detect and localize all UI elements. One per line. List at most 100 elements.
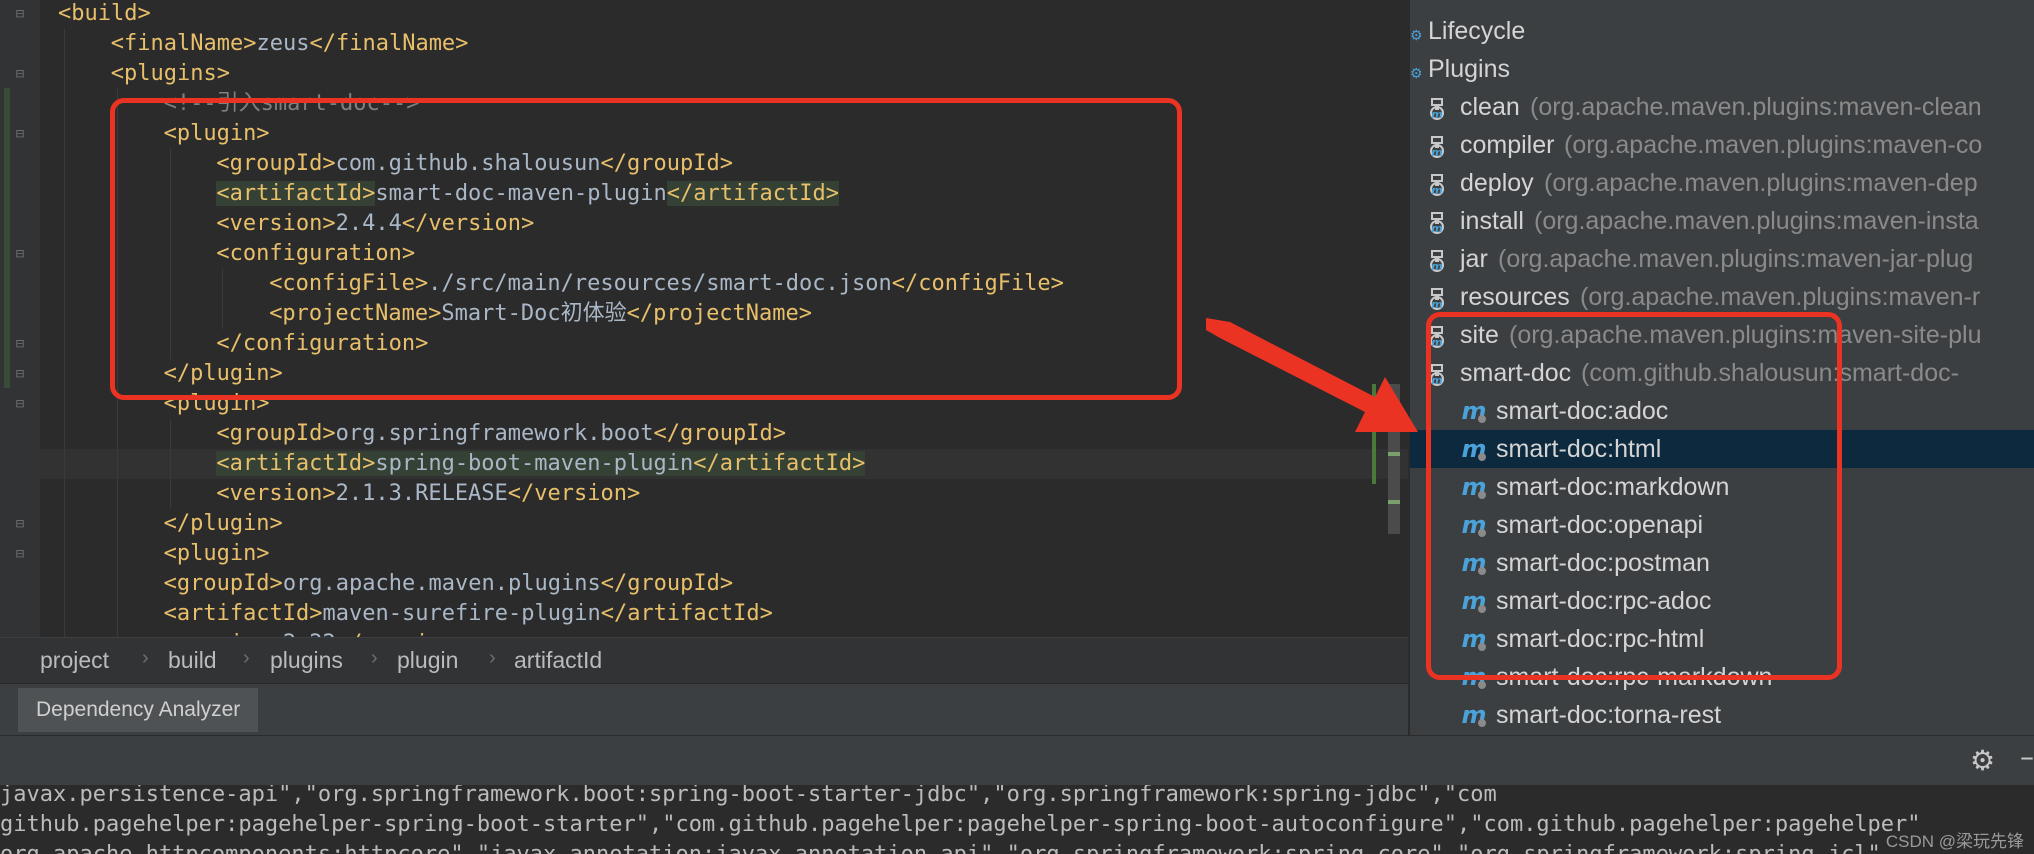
- fold-marker-icon[interactable]: ⊟: [13, 7, 27, 21]
- code-line[interactable]: <groupId>org.apache.maven.plugins</group…: [164, 569, 734, 599]
- chevron-right-icon: ›: [371, 647, 378, 669]
- xml-tag: </plugin>: [163, 511, 283, 536]
- maven-plugin-icon: m: [1424, 284, 1450, 311]
- svg-text:m: m: [1431, 108, 1442, 121]
- breadcrumb: project › build › plugins › plugin › art…: [0, 637, 1410, 684]
- code-line[interactable]: </plugin>: [164, 509, 283, 539]
- vcs-change-marker: [4, 88, 10, 388]
- xml-tag: </artifactId>: [600, 601, 773, 626]
- fold-marker-icon[interactable]: ⊟: [13, 367, 27, 381]
- indent-guide: [116, 449, 118, 479]
- xml-tag: </groupId>: [600, 571, 734, 596]
- maven-tool-window: ⚙ Lifecycle ⚙ Plugins m clean (org.apache.…: [1410, 0, 2034, 735]
- svg-text:m: m: [1431, 298, 1442, 311]
- xml-tag: <finalName>: [110, 31, 257, 56]
- xml-tag: </groupId>: [653, 421, 786, 446]
- indent-guide: [64, 359, 65, 389]
- svg-text:m: m: [1431, 146, 1442, 159]
- code-editor[interactable]: ⊟ ⊟ ⊟ ⊟ ⊟ ⊟ ⊟ ⊟ ⊟ <build> <finalName>zeus</finalN…: [0, 0, 1410, 637]
- indent-guide: [64, 299, 65, 329]
- svg-text:m: m: [1431, 260, 1442, 273]
- fold-marker-icon[interactable]: ⊟: [13, 337, 27, 351]
- scroll-marker: [1388, 500, 1400, 504]
- code-line[interactable]: <plugin>: [164, 539, 270, 569]
- xml-tag: <plugins>: [110, 61, 231, 86]
- tool-window-tabs: Dependency Analyzer: [0, 683, 1410, 736]
- xml-tag: </artifactId>: [693, 451, 866, 476]
- maven-plugin-coordinates: (org.apache.maven.plugins:maven-clean: [1530, 93, 1982, 121]
- breadcrumb-item-plugins[interactable]: plugins: [270, 647, 343, 674]
- maven-node-label: Lifecycle: [1428, 17, 1526, 45]
- xml-tag: <build>: [58, 1, 151, 26]
- indent-guide: [169, 449, 171, 479]
- indent-guide: [64, 149, 65, 179]
- xml-tag: <artifactId>: [216, 451, 376, 476]
- xml-tag: </finalName>: [309, 31, 469, 56]
- indent-guide: [64, 449, 65, 479]
- xml-text: org.springframework.boot: [335, 421, 654, 446]
- fold-marker-icon[interactable]: ⊟: [13, 547, 27, 561]
- xml-text: zeus: [256, 31, 310, 56]
- maven-plugin-icon: m: [1424, 132, 1450, 159]
- gear-icon: ⚙: [1410, 65, 1423, 81]
- maven-plugin-name: compiler: [1460, 131, 1555, 159]
- svg-text:m: m: [1431, 184, 1442, 197]
- chevron-right-icon: ›: [489, 647, 496, 669]
- tab-dependency-analyzer[interactable]: Dependency Analyzer: [18, 688, 259, 732]
- indent-guide: [64, 209, 65, 239]
- maven-plugin-coordinates: (org.apache.maven.plugins:maven-insta: [1534, 207, 1979, 235]
- fold-marker-icon[interactable]: ⊟: [13, 127, 27, 141]
- console-line: javax.persistence-api","org.springframew…: [0, 785, 1497, 807]
- gear-icon[interactable]: ⚙: [1970, 744, 1995, 777]
- chevron-right-icon: ›: [243, 647, 250, 669]
- annotation-box-smart-doc-goals: [1426, 312, 1842, 680]
- maven-plugin-coordinates: (org.apache.maven.plugins:maven-r: [1580, 283, 1981, 311]
- indent-guide: [64, 329, 65, 359]
- scroll-marker: [1388, 452, 1400, 456]
- console-line: org.apache.httpcomponents:httpcore","jav…: [0, 840, 1881, 854]
- maven-goal-icon: m: [1460, 701, 1488, 729]
- code-line[interactable]: <artifactId>maven-surefire-plugin</artif…: [164, 599, 773, 629]
- xml-tag: <groupId>: [163, 571, 283, 596]
- indent-guide: [64, 89, 65, 119]
- minimize-icon[interactable]: –: [2020, 740, 2034, 773]
- fold-marker-icon[interactable]: ⊟: [13, 247, 27, 261]
- code-line[interactable]: <build>: [58, 0, 151, 29]
- code-line[interactable]: <plugins>: [111, 59, 230, 89]
- scroll-marker: [1372, 384, 1376, 484]
- code-line[interactable]: <version>2.22</version>: [164, 629, 469, 637]
- svg-text:m: m: [1431, 222, 1442, 235]
- scroll-marker: [1388, 420, 1400, 424]
- console-toolbar: ⚙ –: [0, 735, 2034, 786]
- maven-plugin-icon: m: [1424, 208, 1450, 235]
- fold-marker-icon[interactable]: ⊟: [13, 397, 27, 411]
- scroll-marker: [1388, 384, 1400, 534]
- breadcrumb-item-artifactid[interactable]: artifactId: [514, 647, 602, 674]
- indent-guide: [64, 509, 65, 539]
- fold-marker-icon[interactable]: ⊟: [13, 67, 27, 81]
- code-line[interactable]: <version>2.1.3.RELEASE</version>: [216, 479, 640, 509]
- breadcrumb-item-plugin[interactable]: plugin: [397, 647, 458, 674]
- indent-guide: [116, 419, 118, 449]
- breadcrumb-item-build[interactable]: build: [168, 647, 217, 674]
- maven-plugin-icon: m: [1424, 170, 1450, 197]
- code-line[interactable]: <artifactId>spring-boot-maven-plugin</ar…: [216, 449, 866, 479]
- maven-plugin-name: jar: [1460, 245, 1488, 273]
- indent-guide: [64, 269, 65, 299]
- annotation-box-smart-doc-plugin: [110, 98, 1182, 400]
- xml-tag: <version>: [216, 481, 336, 506]
- maven-plugin-name: install: [1460, 207, 1524, 235]
- indent-guide: [64, 599, 65, 629]
- chevron-right-icon: ›: [142, 647, 149, 669]
- breadcrumb-item-project[interactable]: project: [40, 647, 109, 674]
- console-output[interactable]: javax.persistence-api","org.springframew…: [0, 785, 2034, 854]
- code-line[interactable]: <finalName>zeus</finalName>: [111, 29, 469, 59]
- indent-guide: [64, 569, 65, 599]
- editor-gutter: ⊟ ⊟ ⊟ ⊟ ⊟ ⊟ ⊟ ⊟ ⊟: [0, 0, 40, 637]
- indent-guide: [64, 419, 65, 449]
- fold-marker-icon[interactable]: ⊟: [13, 517, 27, 531]
- xml-text: 2.1.3.RELEASE: [335, 481, 508, 506]
- code-line[interactable]: <groupId>org.springframework.boot</group…: [216, 419, 786, 449]
- xml-tag: <groupId>: [216, 421, 336, 446]
- indent-guide: [64, 239, 65, 269]
